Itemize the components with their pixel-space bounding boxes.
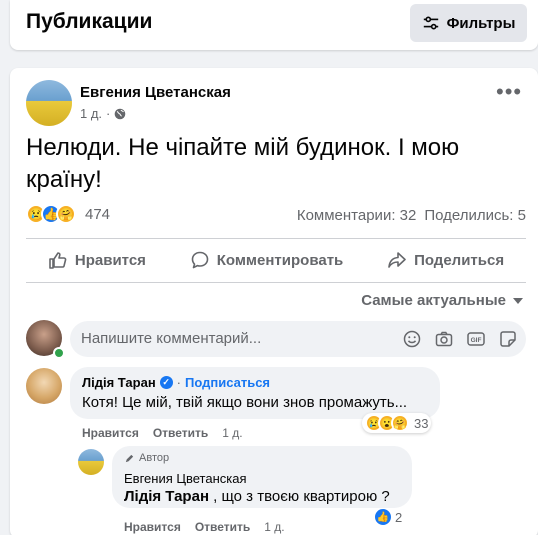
- camera-icon[interactable]: [434, 329, 454, 349]
- filters-label: Фильтры: [446, 14, 516, 32]
- pencil-icon: [125, 454, 134, 462]
- comment-bubble: Лідія Таран ✓ · Подписаться Котя! Це мій…: [70, 367, 440, 419]
- reply-time[interactable]: 1 д.: [264, 520, 284, 534]
- reply-reply-link[interactable]: Ответить: [195, 520, 250, 534]
- svg-text:GIF: GIF: [471, 337, 482, 344]
- post-author-name[interactable]: Евгения Цветанская: [80, 84, 231, 101]
- reactions-summary[interactable]: 😢 👍 🤗 474: [26, 204, 110, 224]
- share-button[interactable]: Поделиться: [387, 244, 504, 276]
- comment-time[interactable]: 1 д.: [222, 426, 242, 440]
- reply-actions: Нравится Ответить 1 д.: [124, 520, 285, 534]
- comment-reply-link[interactable]: Ответить: [153, 426, 208, 440]
- reaction-count: 474: [85, 205, 111, 223]
- comment-input[interactable]: Напишите комментарий... GIF: [70, 321, 526, 357]
- emoji-icon[interactable]: [402, 329, 422, 349]
- subscribe-link[interactable]: Подписаться: [185, 375, 270, 390]
- caret-down-icon: [513, 297, 523, 304]
- comment-bubble-icon: [191, 251, 209, 269]
- post-actions-bar: Нравится Комментировать Поделиться: [26, 244, 526, 276]
- reply-text: Лідія Таран , що з твоєю квартирою ?: [124, 488, 390, 505]
- separator-dot: ·: [176, 375, 182, 390]
- online-status-dot: [53, 347, 65, 359]
- divider: [26, 282, 526, 283]
- post-time[interactable]: 1 д.: [80, 106, 102, 121]
- reply-author-avatar[interactable]: [78, 449, 104, 475]
- like-button[interactable]: Нравится: [48, 244, 146, 276]
- author-tag: Автор: [124, 452, 169, 464]
- share-label: Поделиться: [414, 251, 505, 269]
- post-meta: 1 д. ·: [80, 106, 126, 121]
- comment-button[interactable]: Комментировать: [190, 244, 344, 276]
- share-arrow-icon: [388, 252, 406, 268]
- comment-input-placeholder: Напишите комментарий...: [81, 330, 262, 347]
- post-stats: Комментарии: 32 Поделились: 5: [297, 207, 526, 224]
- comment-label: Комментировать: [216, 251, 344, 269]
- comment-header: Лідія Таран ✓ · Подписаться: [82, 375, 270, 390]
- commenter-avatar[interactable]: [26, 368, 62, 404]
- like-reaction-icon: 👍: [374, 508, 392, 526]
- comment-text: Котя! Це мій, твій якщо вони знов промаж…: [82, 394, 408, 411]
- care-reaction-icon: 🤗: [391, 414, 409, 432]
- sticker-icon[interactable]: [498, 329, 518, 349]
- more-options-icon[interactable]: •••: [496, 81, 522, 103]
- author-avatar[interactable]: [26, 80, 72, 126]
- commenter-name[interactable]: Лідія Таран: [82, 375, 156, 390]
- page-title: Публикации: [26, 10, 153, 33]
- comment-reactions[interactable]: 😢 😮 🤗 33: [362, 413, 432, 433]
- care-reaction-icon: 🤗: [56, 204, 76, 224]
- reply-reaction-count: 2: [395, 509, 403, 525]
- mention-link[interactable]: Лідія Таран: [124, 488, 209, 505]
- filters-button[interactable]: Фильтры: [410, 4, 527, 42]
- reply-like-link[interactable]: Нравится: [124, 520, 181, 534]
- comment-input-tools: GIF: [402, 329, 518, 349]
- feed-header: Публикации Фильтры: [10, 0, 538, 50]
- comment-sort-dropdown[interactable]: Самые актуальные: [361, 292, 524, 309]
- comment-like-link[interactable]: Нравится: [82, 426, 139, 440]
- post-card: Евгения Цветанская 1 д. · ••• Нелюди. Не…: [10, 68, 538, 535]
- reply-text-body: , що з твоєю квартирою ?: [209, 488, 390, 505]
- sort-label: Самые актуальные: [361, 292, 506, 309]
- globe-icon: [115, 108, 126, 119]
- thumbs-up-icon: [49, 252, 67, 269]
- comment-reaction-count: 33: [414, 415, 429, 431]
- comment-actions: Нравится Ответить 1 д.: [82, 426, 243, 440]
- reply-bubble: Автор Евгения Цветанская Лідія Таран , щ…: [112, 446, 412, 508]
- shares-count[interactable]: Поделились: 5: [424, 207, 526, 224]
- reply-author-name[interactable]: Евгения Цветанская: [124, 471, 247, 486]
- author-tag-label: Автор: [139, 452, 170, 464]
- verified-badge-icon: ✓: [159, 376, 173, 389]
- comments-count[interactable]: Комментарии: 32: [297, 207, 417, 224]
- divider: [26, 238, 526, 239]
- like-label: Нравится: [74, 251, 146, 269]
- gif-icon[interactable]: GIF: [466, 329, 486, 349]
- filter-sliders-icon: [423, 16, 438, 30]
- post-text: Нелюди. Не чіпайте мій будинок. І мою кр…: [26, 134, 460, 193]
- reply-reactions[interactable]: 👍 2: [374, 508, 402, 526]
